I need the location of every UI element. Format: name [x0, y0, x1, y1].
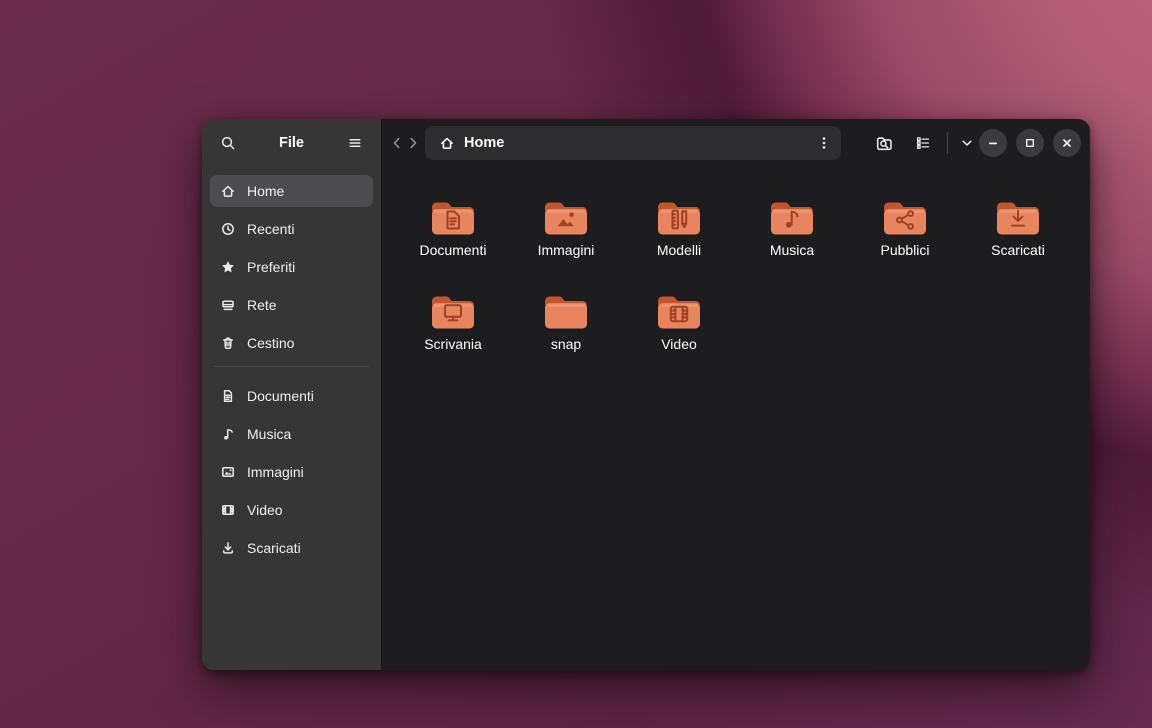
view-actions — [867, 126, 979, 160]
window-controls — [979, 129, 1088, 157]
sidebar-item-cestino[interactable]: Cestino — [210, 327, 373, 359]
image-icon — [220, 464, 236, 480]
close-button[interactable] — [1053, 129, 1081, 157]
folder-scrivania[interactable]: Scrivania — [400, 289, 506, 355]
minimize-button[interactable] — [979, 129, 1007, 157]
video-icon — [220, 502, 236, 518]
star-icon — [220, 259, 236, 275]
main-menu-button[interactable] — [339, 127, 371, 159]
sidebar-item-label: Documenti — [247, 388, 314, 404]
sidebar-item-rete[interactable]: Rete — [210, 289, 373, 321]
folder-immagini[interactable]: Immagini — [513, 195, 619, 261]
folder-label: Modelli — [657, 241, 701, 259]
folder-pubblici[interactable]: Pubblici — [852, 195, 958, 261]
folder-musica[interactable]: Musica — [739, 195, 845, 261]
home-icon — [220, 183, 236, 199]
folder-icon-none — [542, 291, 590, 331]
content-pane: Home Documenti — [381, 119, 1090, 670]
sidebar-item-immagini[interactable]: Immagini — [210, 456, 373, 488]
home-icon — [439, 135, 455, 151]
path-bar[interactable]: Home — [425, 126, 841, 160]
sidebar-item-label: Recenti — [247, 221, 294, 237]
sidebar-separator — [214, 366, 369, 367]
sidebar-header: File — [202, 119, 381, 167]
folder-label: snap — [551, 335, 581, 353]
folder-icon-music — [768, 197, 816, 237]
folder-icon-templates — [655, 197, 703, 237]
sidebar-item-label: Immagini — [247, 464, 304, 480]
folder-icon-image — [542, 197, 590, 237]
music-icon — [220, 426, 236, 442]
folder-scaricati[interactable]: Scaricati — [965, 195, 1071, 261]
forward-button[interactable] — [405, 126, 421, 160]
folder-label: Pubblici — [880, 241, 929, 259]
sidebar-item-label: Scaricati — [247, 540, 301, 556]
folder-label: Scrivania — [424, 335, 482, 353]
sidebar-item-documenti[interactable]: Documenti — [210, 380, 373, 412]
download-icon — [220, 540, 236, 556]
desktop-wallpaper: File Home Recenti Preferiti Rete Cestino Docu… — [0, 0, 1152, 728]
maximize-button[interactable] — [1016, 129, 1044, 157]
toolbar-divider — [947, 132, 948, 154]
sidebar-item-label: Video — [247, 502, 283, 518]
sidebar-item-home[interactable]: Home — [210, 175, 373, 207]
folder-modelli[interactable]: Modelli — [626, 195, 732, 261]
folder-icon-download — [994, 197, 1042, 237]
files-window: File Home Recenti Preferiti Rete Cestino Docu… — [202, 119, 1090, 670]
sidebar-item-recenti[interactable]: Recenti — [210, 213, 373, 245]
trash-icon — [220, 335, 236, 351]
folder-video[interactable]: Video — [626, 289, 732, 355]
document-icon — [220, 388, 236, 404]
view-options-button[interactable] — [955, 126, 979, 160]
sidebar-item-label: Rete — [247, 297, 277, 313]
sidebar: File Home Recenti Preferiti Rete Cestino Docu… — [202, 119, 381, 670]
window-title: File — [279, 135, 304, 151]
sidebar-item-musica[interactable]: Musica — [210, 418, 373, 450]
sidebar-item-label: Home — [247, 183, 284, 199]
folder-label: Immagini — [538, 241, 595, 259]
sidebar-item-scaricati[interactable]: Scaricati — [210, 532, 373, 564]
folder-label: Documenti — [420, 241, 487, 259]
list-view-button[interactable] — [906, 126, 940, 160]
folder-documenti[interactable]: Documenti — [400, 195, 506, 261]
folder-label: Scaricati — [991, 241, 1045, 259]
sidebar-item-video[interactable]: Video — [210, 494, 373, 526]
folder-snap[interactable]: snap — [513, 289, 619, 355]
file-grid: Documenti Immagini Modelli Musica Pubbli… — [382, 167, 1090, 355]
folder-label: Video — [661, 335, 697, 353]
toolbar: Home — [382, 119, 1090, 167]
clock-icon — [220, 221, 236, 237]
path-location-label: Home — [464, 135, 504, 151]
sidebar-list: Home Recenti Preferiti Rete Cestino Documenti… — [202, 167, 381, 570]
back-button[interactable] — [389, 126, 405, 160]
sidebar-item-label: Cestino — [247, 335, 294, 351]
sidebar-item-label: Preferiti — [247, 259, 295, 275]
folder-icon-share — [881, 197, 929, 237]
search-in-folder-button[interactable] — [867, 126, 901, 160]
search-button[interactable] — [212, 127, 244, 159]
folder-icon-desktop — [429, 291, 477, 331]
folder-icon-video — [655, 291, 703, 331]
folder-label: Musica — [770, 241, 814, 259]
location-menu-button[interactable] — [810, 129, 838, 157]
sidebar-item-preferiti[interactable]: Preferiti — [210, 251, 373, 283]
network-icon — [220, 297, 236, 313]
folder-icon-document — [429, 197, 477, 237]
sidebar-item-label: Musica — [247, 426, 291, 442]
